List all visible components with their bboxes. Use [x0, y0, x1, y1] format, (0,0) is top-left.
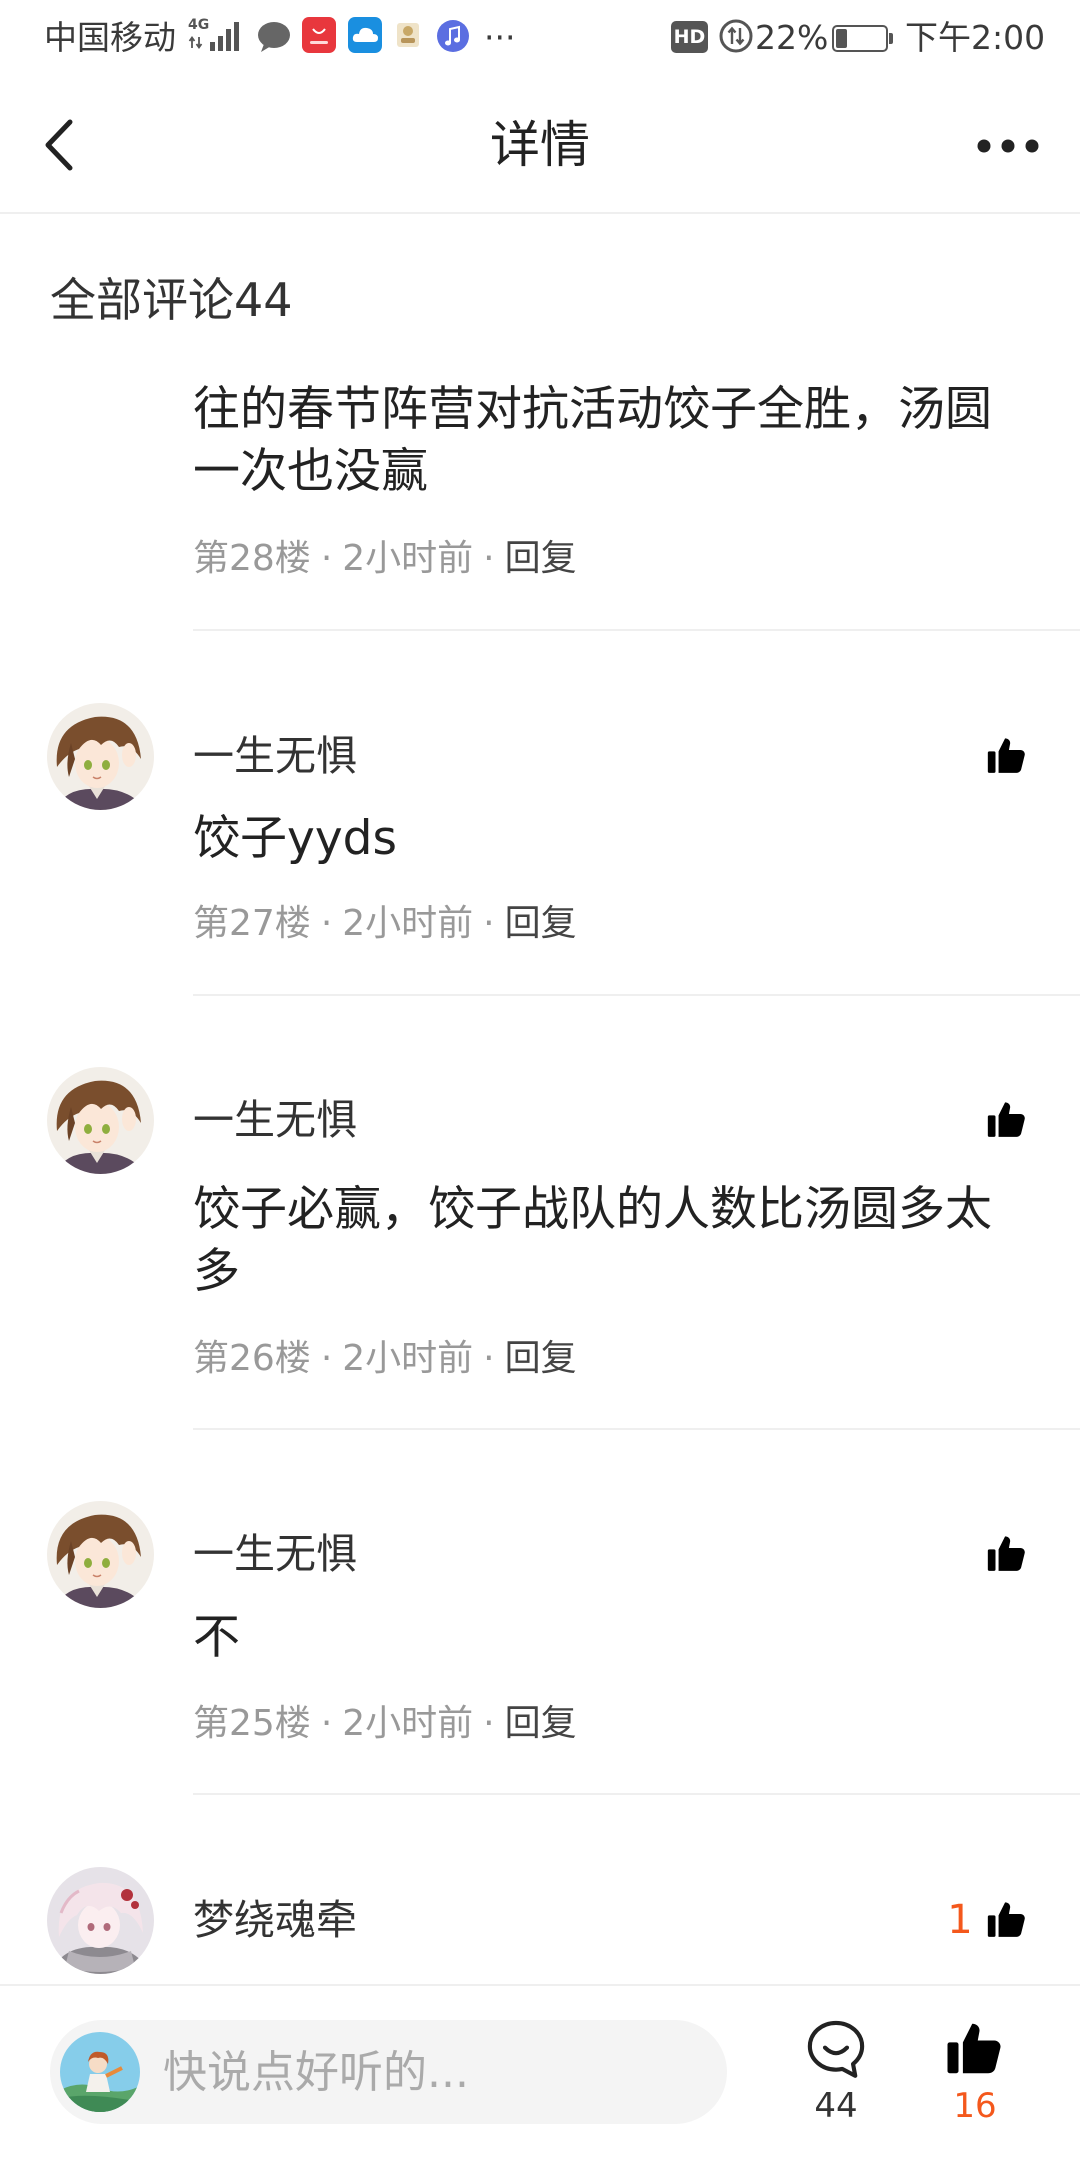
comment-count: 44: [814, 2086, 858, 2126]
comment-username[interactable]: 一生无惧: [193, 728, 357, 784]
thumbs-up-icon[interactable]: [984, 1897, 1030, 1943]
carrier-name: 中国移动: [44, 18, 176, 57]
meta-separator: ·: [320, 1338, 333, 1379]
comment-content: 不: [193, 1610, 240, 1665]
thumbs-up-icon[interactable]: [984, 1531, 1030, 1577]
meta-separator: ·: [320, 538, 333, 579]
message-icon: [258, 22, 290, 52]
comment-divider: [193, 1793, 1080, 1795]
network-type-label: 4G: [188, 17, 210, 33]
comment-username[interactable]: 梦绕魂牵: [193, 1892, 357, 1948]
like-total-count: 16: [953, 2086, 997, 2126]
comment-content: 往的春节阵营对抗活动饺子全胜，汤圆一次也没赢: [193, 382, 992, 499]
comment-divider: [193, 994, 1080, 996]
like-count: 1: [947, 1897, 973, 1943]
comment-floor: 第26楼: [193, 1338, 311, 1379]
comment-time: 2小时前: [342, 1703, 474, 1744]
thumbs-up-icon[interactable]: [984, 733, 1030, 779]
comment-username[interactable]: 一生无惧: [193, 1526, 357, 1582]
comment-meta: 第28楼 · 2小时前 · 回复: [193, 534, 577, 584]
avatar[interactable]: [47, 1867, 154, 1974]
comments-count-heading: 全部评论44: [50, 273, 293, 327]
avatar[interactable]: [47, 1501, 154, 1608]
bottom-action-bar: 44 16: [0, 1984, 1080, 2160]
meta-separator: ·: [483, 903, 495, 944]
meta-separator: ·: [483, 1703, 495, 1744]
battery-level-fill: [836, 29, 847, 48]
battery-percent: 22%: [755, 18, 829, 57]
meta-separator: ·: [320, 1703, 333, 1744]
comment-time: 2小时前: [342, 903, 474, 944]
top-app-bar: 详情: [0, 76, 1080, 214]
comment-floor: 第25楼: [193, 1703, 311, 1744]
comment-meta: 第26楼 · 2小时前 · 回复: [193, 1334, 577, 1384]
comment-bubble-icon[interactable]: [803, 2016, 869, 2082]
comment-meta: 第27楼 · 2小时前 · 回复: [193, 899, 577, 949]
comment-username[interactable]: 一生无惧: [193, 1092, 357, 1148]
signal-icon: 4G: [188, 16, 248, 56]
more-notifications-indicator: ···: [484, 18, 516, 57]
network-speed-icon: [719, 19, 753, 53]
meta-separator: ·: [483, 538, 495, 579]
hd-voice-badge: HD: [671, 21, 708, 53]
reply-button[interactable]: 回复: [505, 1338, 577, 1379]
battery-icon: [832, 25, 888, 52]
my-avatar: [60, 2032, 140, 2112]
comment-meta: 第25楼 · 2小时前 · 回复: [193, 1699, 577, 1749]
avatar[interactable]: [47, 703, 154, 810]
comment-content: 饺子yyds: [193, 811, 397, 866]
comment-divider: [193, 629, 1080, 631]
comment-content: 饺子必赢，饺子战队的人数比汤圆多太多: [193, 1182, 992, 1299]
meta-separator: ·: [483, 1338, 495, 1379]
comment-floor: 第27楼: [193, 903, 311, 944]
page-title: 详情: [490, 116, 590, 174]
meta-separator: ·: [320, 903, 333, 944]
reply-button[interactable]: 回复: [505, 903, 577, 944]
status-bar: 中国移动 4G ··· HD 22% 下午2:00: [0, 0, 1080, 76]
weather-icon: [348, 17, 382, 53]
reply-button[interactable]: 回复: [505, 1703, 577, 1744]
comment-floor: 第28楼: [193, 538, 311, 579]
reply-button[interactable]: 回复: [505, 538, 577, 579]
comment-time: 2小时前: [342, 538, 474, 579]
stamp-icon: [397, 23, 419, 47]
more-icon[interactable]: [974, 134, 1042, 158]
comment-input[interactable]: [163, 2020, 703, 2124]
comment-input-box[interactable]: [50, 2020, 727, 2124]
music-icon: [437, 20, 469, 52]
avatar[interactable]: [47, 1067, 154, 1174]
battery-nub: [889, 33, 893, 44]
thumbs-up-icon[interactable]: [942, 2016, 1008, 2082]
huawei-appgallery-icon: [302, 17, 336, 53]
thumbs-up-icon[interactable]: [984, 1097, 1030, 1143]
clock: 下午2:00: [905, 18, 1046, 57]
comment-divider: [193, 1428, 1080, 1430]
comment-time: 2小时前: [342, 1338, 474, 1379]
